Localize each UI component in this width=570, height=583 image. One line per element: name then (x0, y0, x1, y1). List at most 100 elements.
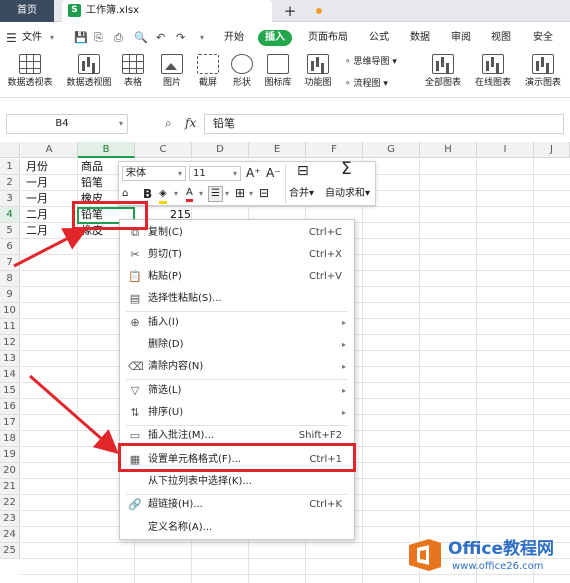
presentation-chart-button[interactable]: 演示图表 (519, 50, 567, 89)
row-header-16[interactable]: 16 (0, 399, 20, 415)
row-header-25[interactable]: 25 (0, 543, 20, 559)
tab-insert[interactable]: 插入 (258, 30, 292, 46)
menu-item-clear-contents[interactable]: ⌫ 清除内容(N) ▸ (120, 356, 354, 378)
flowchart-button[interactable]: ⚬ 流程图 ▾ (344, 78, 388, 90)
row-header-9[interactable]: 9 (0, 287, 20, 303)
export-pdf-icon[interactable]: ⎘ (94, 31, 103, 45)
tab-data[interactable]: 数据 (410, 31, 430, 45)
tab-security[interactable]: 安全 (533, 31, 553, 45)
cell-style-icon[interactable]: ⊟ (259, 186, 269, 200)
font-color-icon[interactable]: A (186, 187, 193, 202)
menu-item-paste-special[interactable]: ▤ 选择性粘贴(S)... (120, 288, 354, 310)
mind-map-button[interactable]: ⚬ 思维导图 ▾ (344, 56, 397, 68)
menu-item-filter[interactable]: ▽ 筛选(L) ▸ (120, 380, 354, 402)
row-header-2[interactable]: 2 (0, 175, 20, 191)
menu-item-pick-from-list[interactable]: 从下拉列表中选择(K)... (120, 471, 354, 493)
table-button[interactable]: 表格 (118, 50, 148, 89)
merge-icon[interactable]: ⊟ (297, 164, 309, 178)
pivot-chart-button[interactable]: 数据透视图 (61, 50, 117, 89)
pivot-table-button[interactable]: 数据透视表 (2, 50, 58, 89)
align-center-icon[interactable]: ☰ (208, 186, 223, 202)
save-icon[interactable]: 💾 (74, 31, 88, 45)
cell-a1[interactable]: 月份 (26, 159, 48, 175)
row-header-24[interactable]: 24 (0, 527, 20, 543)
menu-item-cut[interactable]: ✂ 剪切(T) Ctrl+X (120, 244, 354, 266)
font-name-select[interactable]: 宋体 ▾ (122, 166, 186, 181)
screenshot-button[interactable]: 截屏 (192, 50, 224, 89)
column-header-d[interactable]: D (192, 142, 249, 158)
menu-item-copy[interactable]: ⧉ 复制(C) Ctrl+C (120, 222, 354, 244)
bold-button[interactable]: B (143, 187, 152, 201)
column-header-j[interactable]: J (534, 142, 570, 158)
tab-page-layout[interactable]: 页面布局 (308, 31, 348, 45)
all-charts-button[interactable]: 全部图表 (420, 50, 466, 89)
row-header-17[interactable]: 17 (0, 415, 20, 431)
column-header-g[interactable]: G (363, 142, 420, 158)
menu-item-define-name[interactable]: 定义名称(A)... (120, 517, 354, 539)
cell-a2[interactable]: 一月 (26, 175, 48, 191)
format-painter-icon[interactable]: ⌂ (122, 187, 128, 201)
column-header-h[interactable]: H (420, 142, 477, 158)
hamburger-menu-icon[interactable]: ☰ (6, 31, 17, 45)
row-header-6[interactable]: 6 (0, 239, 20, 255)
row-header-23[interactable]: 23 (0, 511, 20, 527)
tab-view[interactable]: 视图 (491, 31, 511, 45)
row-header-18[interactable]: 18 (0, 431, 20, 447)
merge-button[interactable]: 合并▾ (289, 187, 314, 201)
icon-library-button[interactable]: 图标库 (260, 50, 296, 89)
online-chart-button[interactable]: 在线图表 (470, 50, 516, 89)
row-header-21[interactable]: 21 (0, 479, 20, 495)
home-tab[interactable]: 首页 (0, 0, 54, 22)
menu-item-insert[interactable]: ⊕ 插入(I) ▸ (120, 312, 354, 334)
cell-a5[interactable]: 二月 (26, 223, 48, 239)
shrink-font-icon[interactable]: A⁻ (266, 166, 281, 180)
column-header-c[interactable]: C (135, 142, 192, 158)
chevron-down-icon[interactable]: ▾ (119, 115, 123, 133)
row-header-12[interactable]: 12 (0, 335, 20, 351)
row-header-3[interactable]: 3 (0, 191, 20, 207)
undo-icon[interactable]: ↶ (156, 31, 165, 45)
chevron-down-icon[interactable]: ▾ (50, 31, 54, 45)
borders-icon[interactable]: ⊞ (235, 186, 245, 200)
document-tab[interactable]: S 工作簿.xlsx (62, 0, 322, 22)
tab-formulas[interactable]: 公式 (369, 31, 389, 45)
column-header-b[interactable]: B (78, 142, 135, 158)
print-icon[interactable]: ⎙ (114, 31, 123, 45)
row-header-5[interactable]: 5 (0, 223, 20, 239)
menu-item-delete[interactable]: 删除(D) ▸ (120, 334, 354, 356)
row-header-22[interactable]: 22 (0, 495, 20, 511)
cell-b1[interactable]: 商品 (81, 159, 103, 175)
grow-font-icon[interactable]: A⁺ (246, 166, 261, 180)
menu-item-paste[interactable]: 📋 粘贴(P) Ctrl+V (120, 266, 354, 288)
chevron-down-icon[interactable]: ▾ (199, 187, 203, 201)
sum-icon[interactable]: Σ (341, 161, 352, 178)
formula-input[interactable]: 铅笔 (204, 114, 564, 134)
row-header-11[interactable]: 11 (0, 319, 20, 335)
row-header-7[interactable]: 7 (0, 255, 20, 271)
menu-item-sort[interactable]: ⇅ 排序(U) ▸ (120, 402, 354, 424)
tab-home[interactable]: 开始 (224, 31, 244, 45)
row-header-4[interactable]: 4 (0, 207, 20, 223)
column-header-i[interactable]: I (477, 142, 534, 158)
redo-icon[interactable]: ↷ (176, 31, 185, 45)
row-header-10[interactable]: 10 (0, 303, 20, 319)
name-box[interactable]: B4 ▾ (6, 114, 128, 134)
tab-review[interactable]: 审阅 (451, 31, 471, 45)
row-header-13[interactable]: 13 (0, 351, 20, 367)
cell-a3[interactable]: 一月 (26, 191, 48, 207)
chevron-down-icon[interactable]: ▾ (225, 187, 229, 201)
picture-button[interactable]: 图片 (156, 50, 188, 89)
function-icon[interactable]: fx (185, 115, 196, 131)
new-tab-button[interactable]: + (282, 0, 298, 22)
shapes-button[interactable]: 形状 (226, 50, 258, 89)
search-icon[interactable]: ⌕ (165, 116, 172, 130)
column-header-a[interactable]: A (21, 142, 78, 158)
column-header-f[interactable]: F (306, 142, 363, 158)
select-all-corner[interactable] (0, 142, 20, 158)
quick-access-more-icon[interactable]: ▾ (200, 31, 204, 45)
row-header-14[interactable]: 14 (0, 367, 20, 383)
row-header-20[interactable]: 20 (0, 463, 20, 479)
menu-item-hyperlink[interactable]: 🔗 超链接(H)... Ctrl+K (120, 494, 354, 516)
row-header-1[interactable]: 1 (0, 159, 20, 175)
chevron-down-icon[interactable]: ▾ (174, 187, 178, 201)
